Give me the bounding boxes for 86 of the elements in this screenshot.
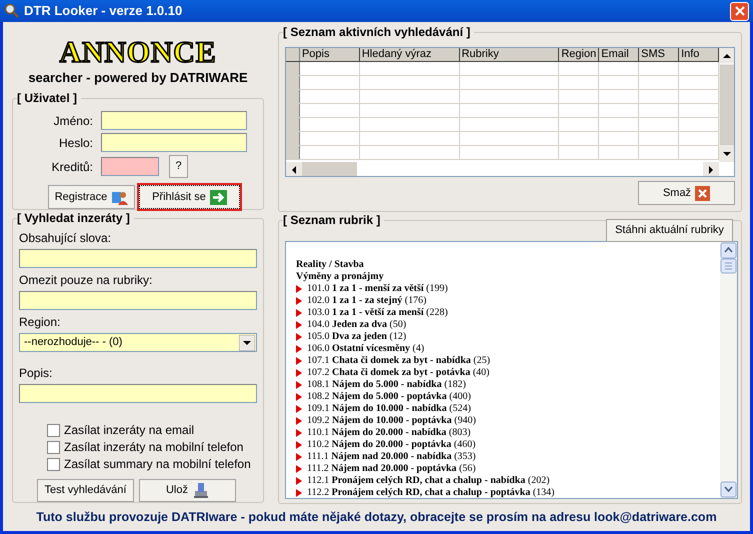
rubric-item[interactable]: 107.2 Chata či domek za byt - potávka (40) <box>307 366 490 379</box>
region-dropdown[interactable]: --nerozhoduje-- - (0) <box>19 333 257 352</box>
dropdown-arrow-icon <box>239 334 255 350</box>
bullet-icon <box>296 356 302 365</box>
column-header[interactable]: SMS <box>639 48 680 61</box>
field-label: Kreditů: <box>50 158 93 176</box>
bullet-icon <box>296 488 302 497</box>
column-header[interactable]: Popis <box>300 48 360 61</box>
rubric-item[interactable]: 112.2 Pronájem celých RD, chat a chalup - poptávka (134) <box>307 486 555 499</box>
rubric-item[interactable]: 105.0 Dva za jeden (12) <box>307 330 406 343</box>
bullet-icon <box>296 404 302 413</box>
window-title: DTR Looker - verze 1.0.10 <box>24 2 184 20</box>
bullet-icon <box>296 464 302 473</box>
row-header[interactable] <box>286 146 300 159</box>
column-header[interactable]: Email <box>599 48 640 61</box>
field-label: Obsahující slova: <box>19 231 112 245</box>
group-title: [ Uživatel ] <box>17 90 82 106</box>
magnifier-icon <box>4 3 20 19</box>
checkbox[interactable] <box>47 440 60 454</box>
footer-text: Tuto službu provozuje DATRIware - pokud máte nějaké dotazy, obracejte se prosím na adresu look@datriware.com <box>36 509 717 526</box>
save-button[interactable]: Ulož <box>139 479 236 502</box>
rubric-item[interactable]: 110.1 Nájem do 20.000 - nabídka (803) <box>307 426 471 439</box>
field-label: Jméno: <box>52 112 93 130</box>
rubric-item[interactable]: 109.1 Nájem do 10.000 - nabídka (524) <box>307 402 471 415</box>
bullet-icon <box>296 284 302 293</box>
group-title: [ Seznam aktivních vyhledávání ] <box>283 24 474 40</box>
row-header[interactable] <box>286 62 300 75</box>
rubric-item[interactable]: 106.0 Ostatní vícesměny (4) <box>307 342 424 355</box>
field-label: Region: <box>19 315 62 329</box>
input-field[interactable] <box>101 133 247 152</box>
test-search-button[interactable]: Test vyhledávání <box>37 479 134 502</box>
checkbox-label: Zasílat inzeráty na email <box>64 423 194 437</box>
login-button[interactable]: Přihlásit se <box>139 185 240 209</box>
bullet-icon <box>296 320 302 329</box>
field-label: Popis: <box>19 366 54 380</box>
rubric-item[interactable]: 108.2 Nájem do 5.000 - poptávka (400) <box>307 390 471 403</box>
rubric-item[interactable]: 107.1 Chata či domek za byt - nabídka (25) <box>307 354 490 367</box>
rubric-item[interactable]: 112.1 Pronájem celých RD, chat a chalup - nabídka (202) <box>307 474 550 487</box>
close-icon <box>695 186 710 200</box>
field-label: Omezit pouze na rubriky: <box>19 273 154 287</box>
arrow-right-icon <box>210 190 227 204</box>
bullet-icon <box>296 428 302 437</box>
field-label: Heslo: <box>58 134 93 152</box>
bullet-icon <box>296 332 302 341</box>
close-button[interactable] <box>730 2 749 20</box>
input-field[interactable] <box>19 249 257 268</box>
checkbox[interactable] <box>47 424 60 436</box>
close-icon <box>734 6 744 16</box>
bullet-icon <box>296 452 302 461</box>
rubric-item[interactable]: 110.2 Nájem do 20.000 - poptávka (460) <box>307 438 476 451</box>
rubric-item[interactable]: 104.0 Jeden za dva (50) <box>307 318 406 331</box>
bullet-icon <box>296 380 302 389</box>
rubric-item[interactable]: 111.1 Nájem nad 20.000 - nabídka (353) <box>307 450 476 463</box>
logo-subtitle: searcher - powered by DATRIWARE <box>28 70 248 86</box>
checkbox[interactable] <box>47 458 60 470</box>
bullet-icon <box>296 308 302 317</box>
checkbox-label: Zasílat summary na mobilní telefon <box>64 457 251 471</box>
column-header[interactable]: Hledaný výraz <box>360 48 460 61</box>
rubric-item[interactable]: 111.2 Nájem nad 20.000 - poptávka (56) <box>307 462 476 475</box>
category-heading: Reality / Stavba <box>296 258 365 271</box>
input-field[interactable] <box>19 291 257 310</box>
rubric-item[interactable]: 101.0 1 za 1 - menší za větší (199) <box>307 282 448 295</box>
bullet-icon <box>296 368 302 377</box>
download-rubrics-button[interactable]: Stáhni aktuální rubriky <box>606 218 733 242</box>
input-field[interactable] <box>19 384 257 403</box>
rubric-item[interactable]: 103.0 1 za 1 - větší za menší (228) <box>307 306 448 319</box>
input-field[interactable] <box>101 111 247 130</box>
rubric-item[interactable]: 109.2 Nájem do 10.000 - poptávka (940) <box>307 414 476 427</box>
rubric-item[interactable]: 108.1 Nájem do 5.000 - nabídka (182) <box>307 378 466 391</box>
bullet-icon <box>296 392 302 401</box>
column-header[interactable]: Region <box>559 48 600 61</box>
bullet-icon <box>296 296 302 305</box>
category-heading: Výměny a pronájmy <box>296 270 385 283</box>
logo-title: ANNONCE <box>60 38 216 68</box>
rubric-item[interactable]: 102.0 1 za 1 - za stejný (176) <box>307 294 426 307</box>
bullet-icon <box>296 416 302 425</box>
bullet-icon <box>296 440 302 449</box>
bullet-icon <box>296 476 302 485</box>
help-button[interactable]: ? <box>169 155 188 178</box>
group-title: [ Vyhledat inzeráty ] <box>17 210 134 226</box>
register-button[interactable]: Registrace <box>48 185 135 209</box>
checkbox-label: Zasílat inzeráty na mobilní telefon <box>64 440 244 454</box>
bullet-icon <box>296 344 302 353</box>
delete-button[interactable]: Smaž <box>638 181 735 205</box>
credit-field[interactable] <box>101 157 159 176</box>
column-header[interactable]: Rubriky <box>460 48 560 61</box>
